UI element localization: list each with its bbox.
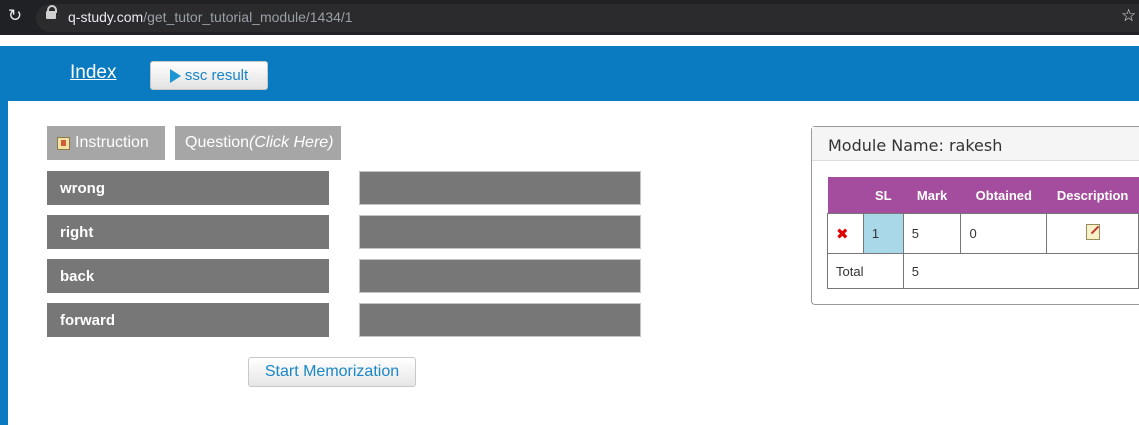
url-text[interactable]: q-study.com/get_tutor_tutorial_module/14… — [68, 9, 353, 25]
question-hint: (Click Here) — [249, 134, 334, 151]
instruction-icon — [57, 136, 70, 150]
status-cell: ✖ — [827, 213, 864, 254]
answer-box[interactable] — [359, 171, 641, 205]
start-memorization-button[interactable]: Start Memorization — [248, 357, 416, 387]
mark-column-header: Mark — [903, 177, 961, 214]
reload-icon[interactable]: ↻ — [6, 7, 24, 25]
question-tab[interactable]: Question (Click Here) — [175, 126, 341, 160]
question-label: Question — [185, 134, 250, 151]
total-row: Total 5 — [827, 253, 1139, 289]
module-title: Module Name: rakesh — [828, 136, 1003, 155]
instruction-tab[interactable]: Instruction — [47, 126, 165, 160]
module-panel-header: Module Name: rakesh — [812, 127, 1139, 161]
word-box: back — [47, 259, 329, 293]
instruction-label: Instruction — [75, 134, 149, 151]
answer-box[interactable] — [359, 215, 641, 249]
index-link[interactable]: Index — [70, 62, 116, 84]
obtained-column-header: Obtained — [960, 177, 1047, 214]
status-column-header — [827, 177, 864, 214]
word-box: forward — [47, 303, 329, 337]
description-column-header: Description — [1046, 177, 1139, 214]
table-row: ✖ 1 5 0 — [827, 213, 1139, 254]
description-cell — [1046, 213, 1139, 254]
ssc-result-button[interactable]: ssc result — [150, 61, 268, 90]
edit-icon[interactable] — [1085, 224, 1100, 240]
answer-box[interactable] — [359, 303, 641, 337]
url-path: /get_tutor_tutorial_module/1434/1 — [143, 9, 353, 25]
word-box: right — [47, 215, 329, 249]
total-label: Total — [827, 253, 904, 289]
module-table: SL Mark Obtained Description ✖ 1 5 0 Tot… — [827, 177, 1139, 289]
sl-cell: 1 — [862, 213, 904, 254]
play-icon — [169, 68, 181, 83]
answer-box[interactable] — [359, 259, 641, 293]
bookmark-star-icon[interactable]: ☆ — [1121, 6, 1136, 26]
word-box: wrong — [47, 171, 329, 205]
sl-column-header: SL — [863, 177, 904, 214]
ssc-result-label: ssc result — [184, 67, 249, 84]
table-header-row: SL Mark Obtained Description — [827, 177, 1139, 214]
page-top-gap — [0, 35, 1139, 46]
mark-cell: 5 — [902, 213, 962, 254]
url-domain: q-study.com — [68, 9, 144, 25]
x-icon: ✖ — [836, 224, 849, 243]
lock-icon[interactable] — [46, 5, 57, 19]
obtained-cell: 0 — [960, 213, 1048, 254]
total-value: 5 — [902, 253, 1139, 289]
